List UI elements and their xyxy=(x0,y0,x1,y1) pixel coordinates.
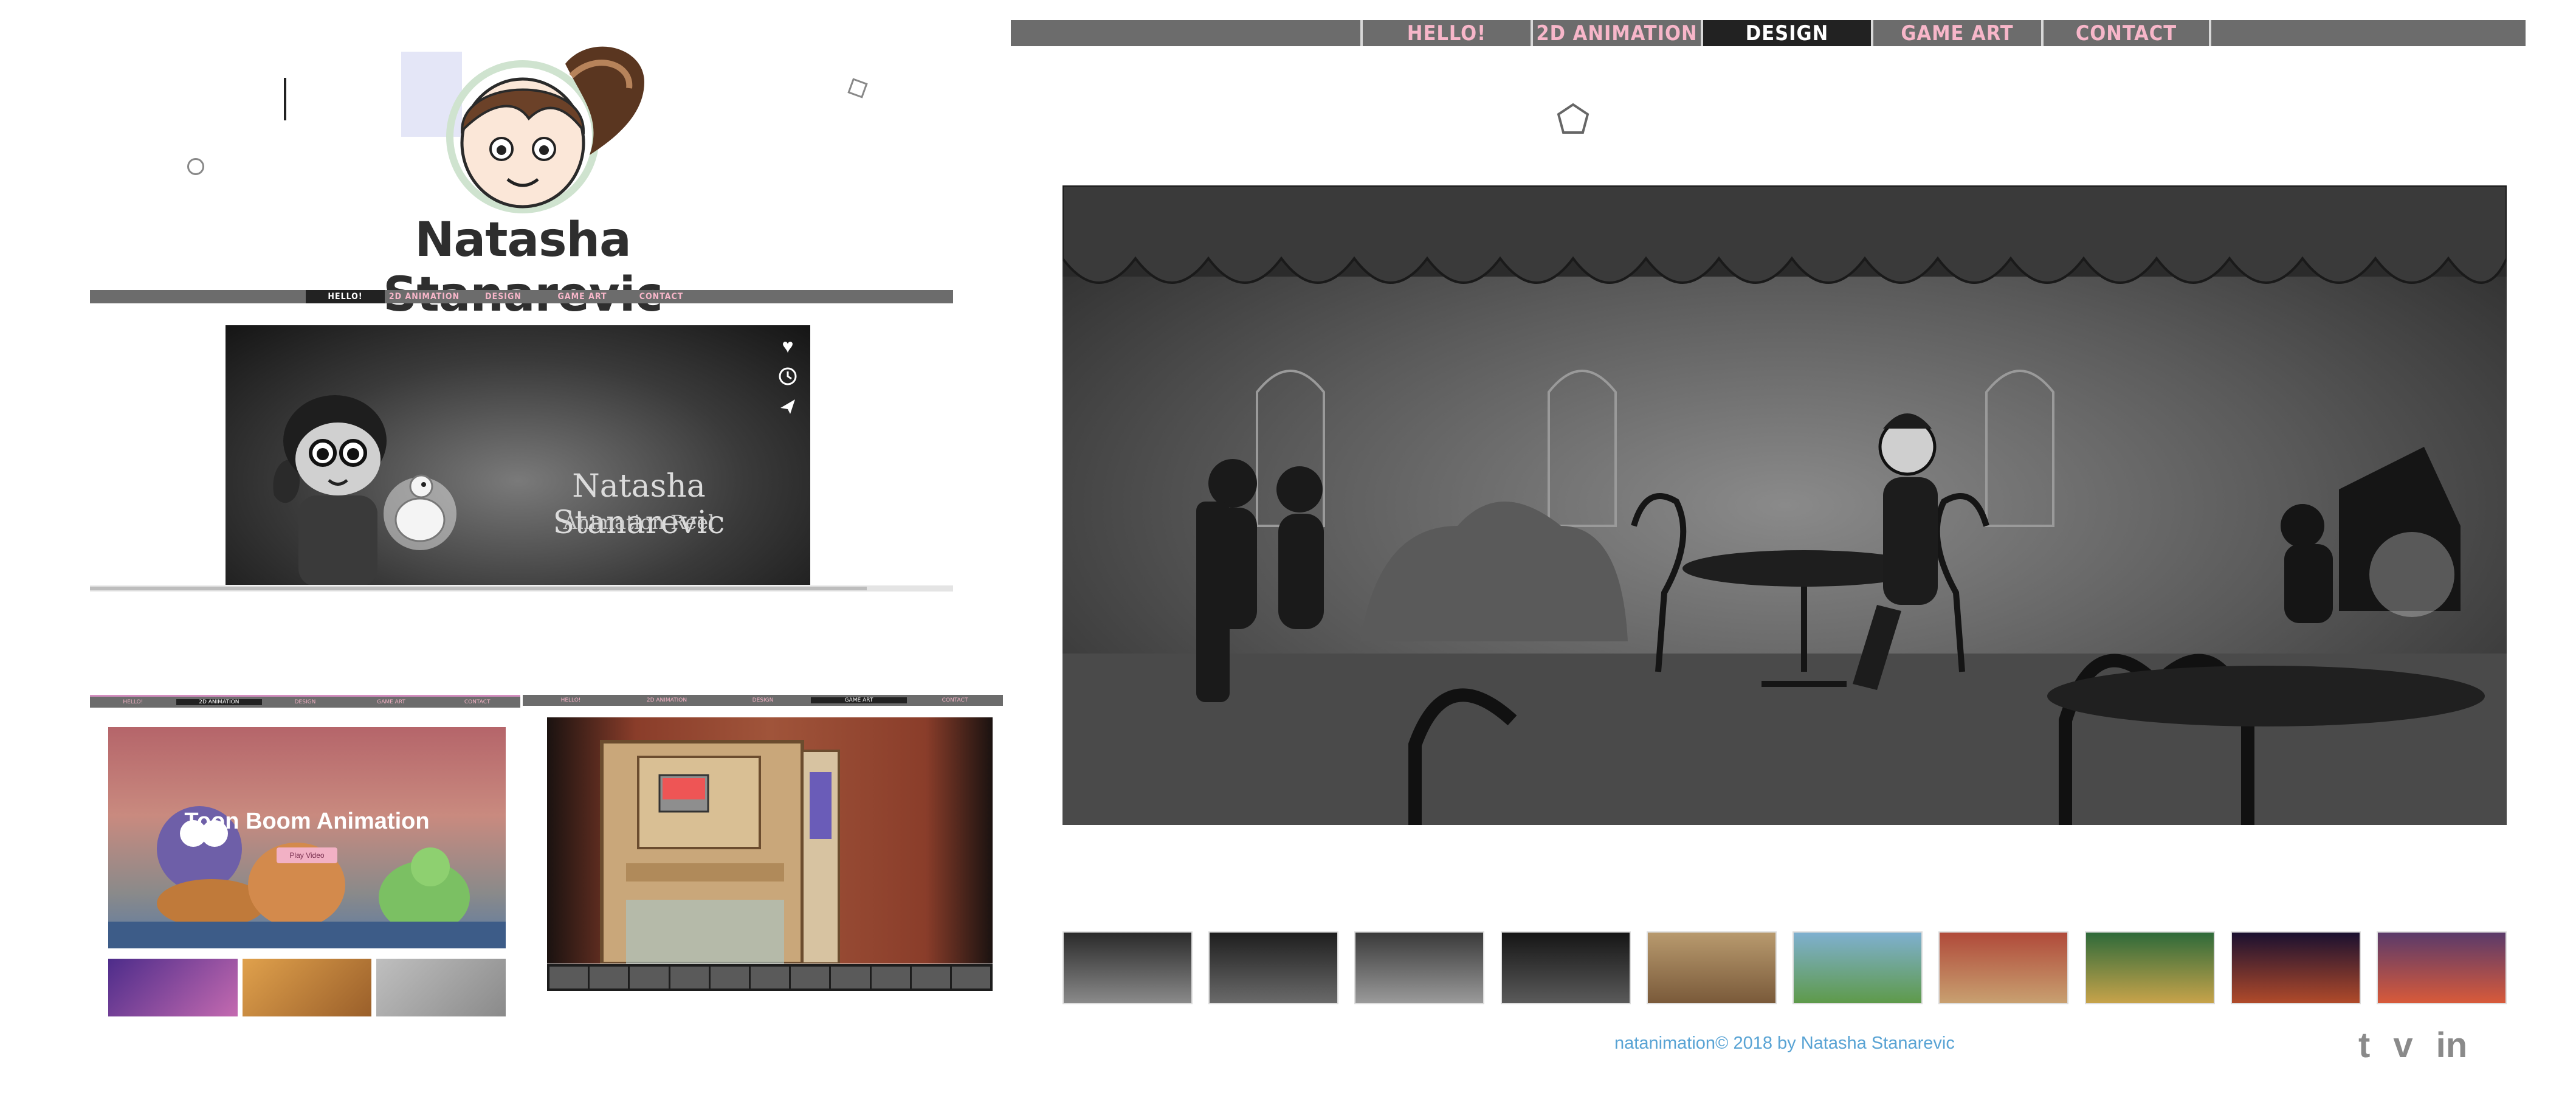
reel-progress-bar[interactable] xyxy=(90,585,953,592)
design-thumbnail[interactable] xyxy=(1062,931,1193,1004)
avatar xyxy=(401,46,644,213)
preview-nav-design: DESIGN xyxy=(294,699,316,705)
vending-machine-illustration xyxy=(600,740,840,964)
preview-nav-bar-left: HELLO! 2D ANIMATION DESIGN GAME ART CONT… xyxy=(90,695,520,708)
game-art-thumbnail[interactable] xyxy=(670,967,709,988)
footer-copyright-link[interactable]: natanimation© 2018 by Natasha Stanarevic xyxy=(1614,1033,1955,1054)
toon-thumbnail[interactable] xyxy=(108,959,238,1016)
decorative-square xyxy=(847,78,868,98)
design-thumbnail[interactable] xyxy=(1354,931,1485,1004)
design-thumbnail[interactable] xyxy=(1208,931,1339,1004)
linkedin-icon[interactable]: in xyxy=(2436,1025,2468,1066)
nav-item-design[interactable]: DESIGN xyxy=(464,290,543,303)
design-thumbnail[interactable] xyxy=(1646,931,1777,1004)
animation-reel-video[interactable]: Natasha Stanarevic Animation Reel ♥ xyxy=(226,325,810,585)
design-thumbnail[interactable] xyxy=(1793,931,1923,1004)
design-thumbnail-strip xyxy=(1062,931,2507,1004)
send-icon[interactable] xyxy=(776,395,800,419)
main-nav-bar: HELLO! 2D ANIMATION DESIGN GAME ART CONT… xyxy=(1011,20,2526,46)
game-art-thumbnail[interactable] xyxy=(791,967,830,988)
text-cursor xyxy=(284,78,286,120)
game-art-thumbnail[interactable] xyxy=(750,967,790,988)
preview-nav-game-art: GAME ART xyxy=(811,697,907,703)
reel-subtitle: Animation Reel xyxy=(563,511,715,534)
preview-nav-bar-right: HELLO! 2D ANIMATION DESIGN GAME ART CONT… xyxy=(523,695,1003,706)
clock-icon[interactable] xyxy=(776,364,800,388)
social-links: t v in xyxy=(2358,1025,2467,1066)
design-thumbnail[interactable] xyxy=(2230,931,2361,1004)
nav-item-2d-animation[interactable]: 2D ANIMATION xyxy=(1531,20,1701,46)
game-art-thumbnail[interactable] xyxy=(831,967,870,988)
decorative-pentagon xyxy=(1557,103,1589,134)
toon-characters-illustration xyxy=(108,806,506,948)
game-art-thumbnail-strip xyxy=(547,964,993,991)
preview-nav-design: DESIGN xyxy=(752,697,774,703)
nav-item-contact[interactable]: CONTACT xyxy=(2041,20,2211,46)
toon-boom-preview-image[interactable] xyxy=(108,727,506,948)
nav-item-game-art[interactable]: GAME ART xyxy=(543,290,622,303)
nav-item-game-art[interactable]: GAME ART xyxy=(1871,20,2041,46)
game-art-thumbnail[interactable] xyxy=(549,967,588,988)
toon-thumbnail[interactable] xyxy=(376,959,506,1016)
decorative-circle xyxy=(187,158,204,175)
game-art-preview-image[interactable] xyxy=(547,717,993,964)
design-thumbnail[interactable] xyxy=(1500,931,1631,1004)
restaurant-scene-illustration xyxy=(1062,185,2507,825)
design-thumbnail[interactable] xyxy=(2084,931,2215,1004)
preview-nav-game-art: GAME ART xyxy=(377,699,405,705)
nav-item-hello[interactable]: HELLO! xyxy=(306,290,385,303)
game-art-thumbnail[interactable] xyxy=(710,967,749,988)
game-art-thumbnail[interactable] xyxy=(911,967,950,988)
play-video-button[interactable]: Play Video xyxy=(277,847,337,863)
toon-preview-title: Toon Boom Animation xyxy=(184,809,430,834)
nav-item-2d-animation[interactable]: 2D ANIMATION xyxy=(385,290,464,303)
site-title: Natasha Stanarevic xyxy=(383,213,663,322)
design-main-image[interactable] xyxy=(1062,185,2507,825)
preview-nav-contact: CONTACT xyxy=(464,699,491,705)
game-art-thumbnail[interactable] xyxy=(951,967,991,988)
heart-icon[interactable]: ♥ xyxy=(776,334,800,358)
reel-character-illustration xyxy=(273,395,456,585)
preview-nav-2d-animation: 2D ANIMATION xyxy=(176,699,263,705)
preview-nav-hello: HELLO! xyxy=(560,697,581,703)
design-thumbnail[interactable] xyxy=(1938,931,2069,1004)
nav-item-hello[interactable]: HELLO! xyxy=(1360,20,1531,46)
nav-item-contact[interactable]: CONTACT xyxy=(622,290,701,303)
preview-nav-contact: CONTACT xyxy=(942,697,968,703)
preview-nav-2d-animation: 2D ANIMATION xyxy=(646,697,687,703)
preview-nav-bar: HELLO! 2D ANIMATION DESIGN GAME ART CONT… xyxy=(90,290,953,303)
nav-item-design[interactable]: DESIGN xyxy=(1701,20,1871,46)
preview-nav-hello: HELLO! xyxy=(123,699,143,705)
game-art-thumbnail[interactable] xyxy=(630,967,669,988)
toon-thumbnail[interactable] xyxy=(242,959,372,1016)
toon-thumbnail-strip xyxy=(108,959,506,1016)
reel-progress-fill xyxy=(90,587,867,590)
game-art-thumbnail[interactable] xyxy=(871,967,910,988)
design-thumbnail[interactable] xyxy=(2376,931,2507,1004)
vimeo-icon[interactable]: v xyxy=(2393,1025,2412,1066)
game-art-thumbnail[interactable] xyxy=(590,967,629,988)
tumblr-icon[interactable]: t xyxy=(2358,1025,2370,1066)
